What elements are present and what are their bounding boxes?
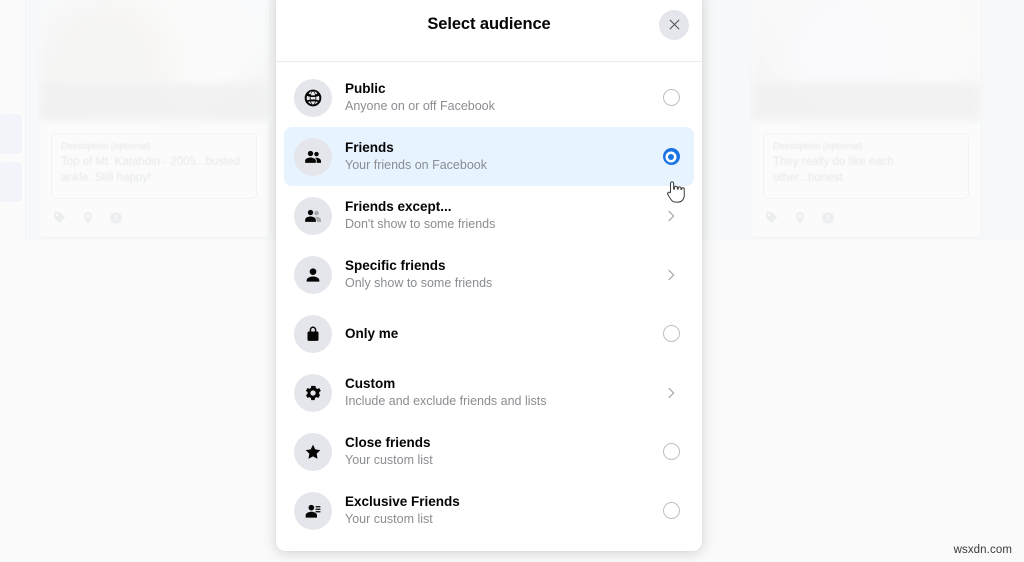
radio-button-exclusive-friends[interactable] xyxy=(662,502,680,519)
star-icon xyxy=(294,432,332,471)
option-title: Close friends xyxy=(345,435,431,450)
background-icon-row xyxy=(751,203,981,237)
background-description-text: They really do like each other...honest. xyxy=(773,156,894,184)
background-description-area: Description (optional) Top of Mt. Katahd… xyxy=(39,121,269,203)
background-photo-strip xyxy=(39,83,269,121)
globe-icon xyxy=(294,78,332,117)
dialog-title: Select audience xyxy=(427,15,551,33)
dialog-header: Select audience xyxy=(276,0,702,62)
option-text: Friends except... Don't show to some fri… xyxy=(345,198,647,233)
option-subtitle: Your custom list xyxy=(345,453,433,467)
option-control[interactable] xyxy=(660,500,682,522)
background-description-label: Description (optional) xyxy=(61,141,151,151)
background-description-area: Description (optional) They really do li… xyxy=(751,121,981,203)
audience-option-specific-friends[interactable]: Specific friends Only show to some frien… xyxy=(284,245,694,304)
option-title: Specific friends xyxy=(345,258,446,273)
background-photo-strip xyxy=(751,83,981,121)
option-control[interactable] xyxy=(660,323,682,345)
option-subtitle: Don't show to some friends xyxy=(345,217,496,231)
watermark: wsxdn.com xyxy=(953,544,1012,556)
audience-option-custom[interactable]: Custom Include and exclude friends and l… xyxy=(284,363,694,422)
option-title: Only me xyxy=(345,326,399,341)
audience-option-exclusive-friends[interactable]: Exclusive Friends Your custom list xyxy=(284,481,694,540)
radio-button-close-friends[interactable] xyxy=(662,443,680,460)
friends-icon xyxy=(294,137,332,176)
chevron-right-icon[interactable] xyxy=(663,208,679,224)
option-title: Friends xyxy=(345,140,394,155)
option-title: Exclusive Friends xyxy=(345,494,460,509)
option-title: Custom xyxy=(345,376,396,391)
background-description-box: Description (optional) They really do li… xyxy=(763,133,969,199)
option-text: Only me xyxy=(345,325,647,342)
option-control[interactable] xyxy=(660,264,682,286)
radio-button-public[interactable] xyxy=(662,89,680,106)
option-control[interactable] xyxy=(660,441,682,463)
audience-option-only-me[interactable]: Only me xyxy=(284,304,694,363)
select-audience-dialog: Select audience Public Anyone on or off … xyxy=(276,0,702,551)
chevron-right-icon[interactable] xyxy=(663,385,679,401)
option-title: Friends except... xyxy=(345,199,452,214)
audience-option-friends[interactable]: Friends Your friends on Facebook xyxy=(284,127,694,186)
option-text: Friends Your friends on Facebook xyxy=(345,139,647,174)
background-rail-chip xyxy=(0,114,22,154)
background-card-right: Description (optional) They really do li… xyxy=(750,0,982,238)
friends-except-icon xyxy=(294,196,332,235)
option-title: Public xyxy=(345,81,386,96)
tag-icon xyxy=(765,211,779,225)
option-control[interactable] xyxy=(660,146,682,168)
clock-icon xyxy=(109,211,123,225)
audience-option-list: Public Anyone on or off Facebook Friends… xyxy=(276,62,702,551)
background-icon-row xyxy=(39,203,269,237)
lock-icon xyxy=(294,314,332,353)
background-description-label: Description (optional) xyxy=(773,141,863,151)
background-rail-chip xyxy=(0,162,22,202)
option-subtitle: Include and exclude friends and lists xyxy=(345,394,547,408)
option-control[interactable] xyxy=(660,87,682,109)
option-subtitle: Your friends on Facebook xyxy=(345,158,487,172)
option-subtitle: Anyone on or off Facebook xyxy=(345,99,495,113)
audience-option-friends-except[interactable]: Friends except... Don't show to some fri… xyxy=(284,186,694,245)
option-subtitle: Only show to some friends xyxy=(345,276,493,290)
option-control[interactable] xyxy=(660,382,682,404)
background-description-text: Top of Mt. Katahdin - 2005...busted ankl… xyxy=(61,156,241,184)
background-photo xyxy=(39,0,269,121)
audience-option-close-friends[interactable]: Close friends Your custom list xyxy=(284,422,694,481)
radio-button-friends[interactable] xyxy=(662,148,680,165)
background-card-left: Description (optional) Top of Mt. Katahd… xyxy=(38,0,270,238)
background-description-box: Description (optional) Top of Mt. Katahd… xyxy=(51,133,257,199)
location-pin-icon xyxy=(793,211,807,225)
option-text: Close friends Your custom list xyxy=(345,434,647,469)
screen: Description (optional) Top of Mt. Katahd… xyxy=(0,0,1024,562)
background-photo xyxy=(751,0,981,121)
option-subtitle: Your custom list xyxy=(345,512,433,526)
location-pin-icon xyxy=(81,211,95,225)
gear-icon xyxy=(294,373,332,412)
option-text: Exclusive Friends Your custom list xyxy=(345,493,647,528)
close-icon xyxy=(669,19,679,30)
person-list-icon xyxy=(294,491,332,530)
chevron-right-icon[interactable] xyxy=(663,267,679,283)
tag-icon xyxy=(53,211,67,225)
option-control[interactable] xyxy=(660,205,682,227)
close-button[interactable] xyxy=(659,9,689,40)
option-text: Specific friends Only show to some frien… xyxy=(345,257,647,292)
person-icon xyxy=(294,255,332,294)
clock-icon xyxy=(821,211,835,225)
option-text: Public Anyone on or off Facebook xyxy=(345,80,647,115)
option-text: Custom Include and exclude friends and l… xyxy=(345,375,647,410)
audience-option-public[interactable]: Public Anyone on or off Facebook xyxy=(284,68,694,127)
radio-button-only-me[interactable] xyxy=(662,325,680,342)
